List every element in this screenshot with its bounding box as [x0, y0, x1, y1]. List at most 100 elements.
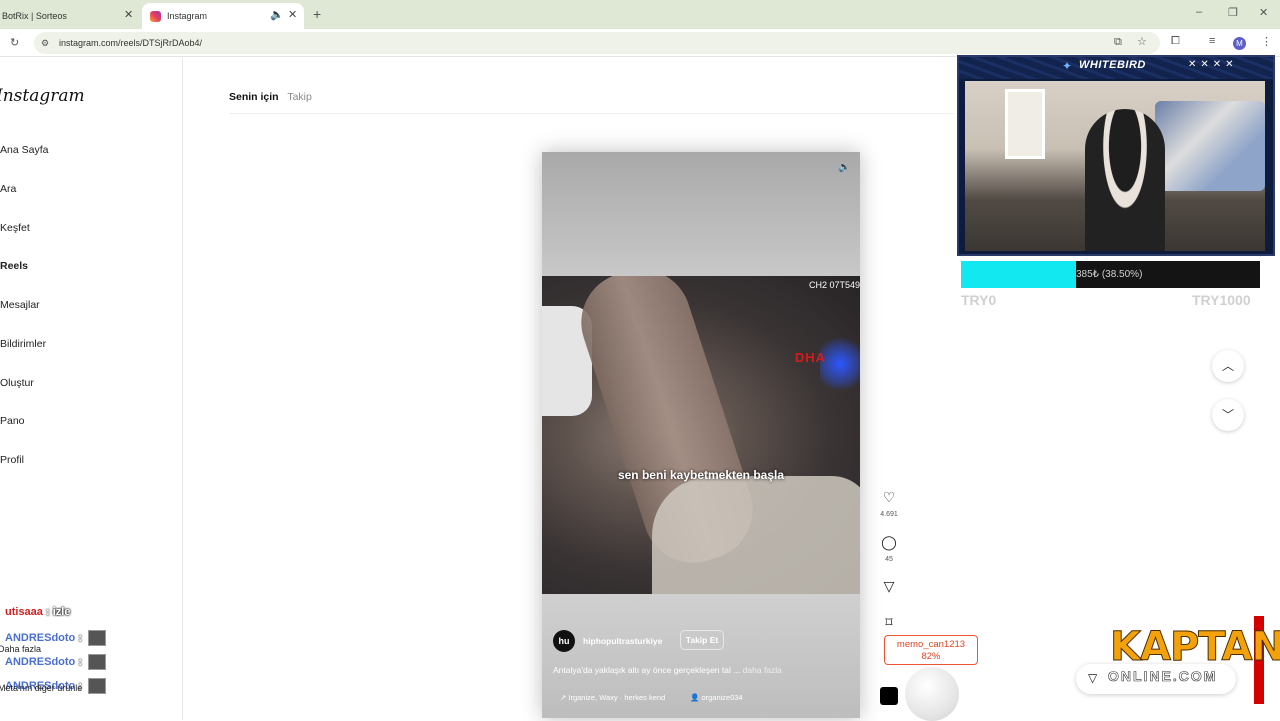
reel-audio-link[interactable]: ↗ Irganize, Waxy · herkes kend — [560, 693, 665, 702]
chat-username: ANDRESdoto — [5, 655, 76, 668]
sidebar-item-notifications[interactable]: Bildirimler — [0, 338, 46, 350]
tab-title: BotRix | Sorteos — [2, 11, 67, 21]
sidebar-item-profile[interactable]: Profil — [0, 454, 24, 466]
sidebar-item-create[interactable]: Oluştur — [0, 377, 34, 389]
chat-emote-icon — [88, 630, 107, 646]
tab-title: Instagram — [167, 11, 208, 21]
sidebar-item-reels[interactable]: Reels — [0, 260, 28, 272]
follow-button[interactable]: Takip Et — [680, 630, 724, 650]
reel-player[interactable]: 🔈 DHA CH2 07T549 sen beni kaybetmekten b… — [542, 152, 860, 718]
chat-emote-icon — [88, 678, 107, 694]
chat-username: utisaaa — [5, 606, 43, 618]
sidebar-item-dashboard[interactable]: Pano — [0, 415, 25, 427]
previous-reel-button[interactable]: ︿ — [1212, 350, 1244, 382]
reel-top-area — [542, 152, 860, 276]
comment-icon[interactable]: ◯ — [880, 534, 898, 551]
bookmark-star-icon[interactable]: ☆ — [1137, 35, 1147, 48]
comment-count: 45 — [885, 556, 893, 563]
donation-goal-bar: 385₺ (38.50%) — [961, 261, 1260, 288]
url-text: instagram.com/reels/DTSjRrDAob4/ — [59, 38, 203, 48]
video-overlay-label: CH2 07T549 — [808, 280, 860, 290]
video-watermark: DHA — [794, 350, 826, 365]
share-send-icon[interactable]: ▽ — [880, 578, 898, 595]
cast-icon[interactable]: ⧉ — [1114, 36, 1122, 49]
browser-tab-bar: BotRix | Sorteos ✕ Instagram 🔈 ✕ + – ❐ ✕ — [0, 0, 1280, 29]
divider — [229, 113, 954, 114]
reload-icon[interactable]: ↻ — [10, 36, 19, 49]
decorative-close-icons: ✕✕✕✕ — [1188, 59, 1238, 70]
like-count: 4.691 — [880, 511, 898, 518]
save-bookmark-icon[interactable]: ⌑ — [880, 614, 898, 631]
url-field[interactable]: ⚙ instagram.com/reels/DTSjRrDAob4/ — [34, 32, 1160, 54]
reel-username[interactable]: hiphopultrasturkiye — [583, 636, 662, 646]
reel-video[interactable]: DHA CH2 07T549 sen beni kaybetmekten baş… — [542, 276, 860, 594]
chat-username: ANDRESdoto — [5, 631, 76, 644]
donation-goal-text: 385₺ (38.50%) — [1076, 269, 1143, 280]
sidebar-item-explore[interactable]: Keşfet — [0, 222, 30, 234]
site-info-icon[interactable]: ⚙ — [41, 32, 49, 54]
decorative-orb — [905, 667, 959, 721]
avatar[interactable]: hu — [553, 630, 575, 652]
extensions-icon[interactable]: ⧠ — [1171, 35, 1180, 48]
close-icon[interactable]: ✕ — [288, 8, 297, 21]
video-frame-detail — [820, 334, 860, 394]
webcam-detail — [1155, 101, 1265, 191]
like-heart-icon[interactable]: ♡ — [880, 489, 898, 506]
restore-icon[interactable]: ❐ — [1228, 6, 1238, 19]
send-icon: ▽ — [1088, 671, 1098, 685]
next-reel-button[interactable]: ﹀ — [1212, 399, 1244, 431]
tab-for-you[interactable]: Senin için — [229, 91, 279, 103]
feed-tabs: Senin için Takip — [229, 91, 318, 103]
mute-toggle-icon[interactable]: 🔈 — [838, 162, 850, 173]
bird-logo-icon: ✦ — [1062, 59, 1073, 73]
minimize-icon[interactable]: – — [1196, 6, 1202, 18]
chat-emote-icon — [88, 654, 107, 670]
underlying-text: Daha fazla — [0, 644, 42, 654]
reel-collaborator-link[interactable]: 👤 organize034 — [690, 693, 743, 702]
caption-text: Antalya'da yaklaşık altı ay önce gerçekl… — [553, 665, 741, 675]
sidebar — [0, 58, 183, 720]
donor-alert: memo_can1213 82% — [884, 635, 978, 665]
menu-kebab-icon[interactable]: ⋮ — [1261, 35, 1272, 48]
chat-separator: : — [42, 606, 53, 618]
tab-following[interactable]: Takip — [287, 91, 312, 103]
new-tab-icon[interactable]: + — [313, 6, 321, 22]
chat-message: utisaaa : izle — [5, 606, 70, 618]
donor-percent: 82% — [921, 651, 941, 662]
donor-name: memo_can1213 — [896, 639, 966, 650]
speaker-icon[interactable]: 🔈 — [270, 8, 284, 21]
chat-separator: : — [75, 655, 86, 668]
close-icon[interactable]: ✕ — [124, 8, 133, 21]
close-window-icon[interactable]: ✕ — [1259, 6, 1268, 19]
address-bar: ↻ ⚙ instagram.com/reels/DTSjRrDAob4/ ⧉ ☆… — [0, 29, 1280, 57]
sidebar-item-messages[interactable]: Mesajlar — [0, 299, 40, 311]
sponsor-logo: KAPTAN — [1110, 624, 1280, 671]
tab-botrix[interactable]: BotRix | Sorteos ✕ — [0, 3, 140, 29]
chat-separator: : — [75, 631, 86, 644]
webcam-detail — [1005, 89, 1045, 159]
tab-instagram[interactable]: Instagram 🔈 ✕ — [142, 3, 304, 29]
instagram-favicon-icon — [150, 10, 161, 22]
donation-goal-fill — [961, 261, 1077, 288]
sidebar-item-home[interactable]: Ana Sayfa — [0, 144, 48, 156]
profile-avatar[interactable]: M — [1233, 37, 1246, 50]
chat-message: ANDRESdoto : — [5, 654, 107, 670]
underlying-text: Meta'nın diğer ürünle — [0, 683, 83, 693]
sponsor-logo-subtitle: ONLINE.COM — [1108, 668, 1218, 685]
reel-info: hu hiphopultrasturkiye Takip Et Antalya'… — [542, 594, 860, 718]
webcam-overlay: ✦ WHITEBIRD ✕✕✕✕ — [957, 55, 1275, 256]
instagram-logo[interactable]: Instagram — [0, 86, 85, 106]
webcam-feed — [965, 81, 1265, 251]
streamer-brand: WHITEBIRD — [1079, 59, 1146, 71]
media-controls-icon[interactable]: ≡ — [1209, 35, 1215, 47]
more-link[interactable]: daha fazla — [743, 665, 782, 675]
video-frame-detail — [652, 476, 860, 594]
sidebar-item-search[interactable]: Ara — [0, 183, 16, 195]
audio-thumbnail[interactable] — [880, 687, 898, 705]
collaborator-name: organize034 — [701, 693, 743, 702]
chevron-up-icon: ︿ — [1221, 359, 1234, 373]
chevron-down-icon: ﹀ — [1221, 408, 1234, 422]
reel-caption: Antalya'da yaklaşık altı ay önce gerçekl… — [553, 665, 782, 675]
person-icon: 👤 — [690, 693, 702, 702]
video-subtitle: sen beni kaybetmekten başla — [617, 468, 785, 482]
